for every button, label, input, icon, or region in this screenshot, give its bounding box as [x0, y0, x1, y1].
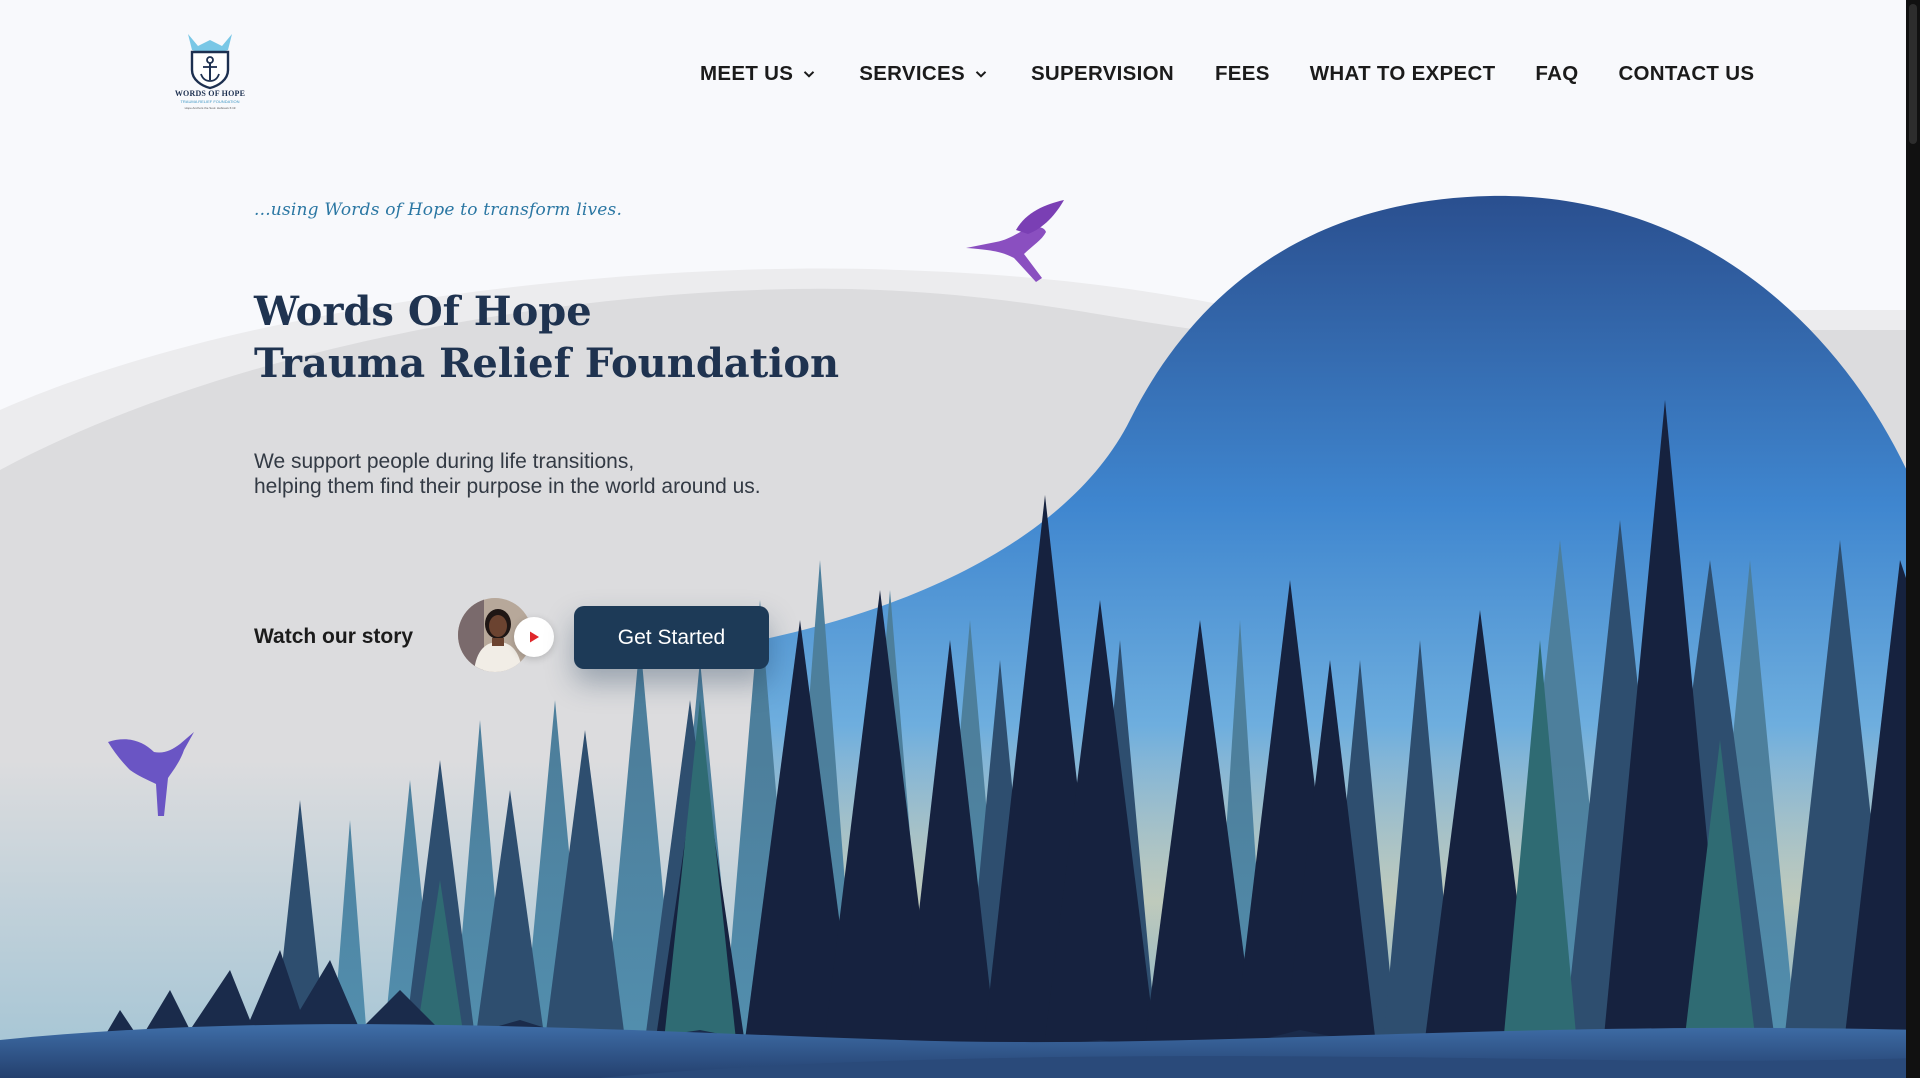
subtitle-line-2: helping them find their purpose in the w…: [254, 475, 761, 498]
logo-name: WORDS OF HOPE: [174, 89, 246, 98]
watch-story-label[interactable]: Watch our story: [254, 625, 413, 649]
page: WORDS OF HOPE TRAUMA RELIEF FOUNDATION H…: [0, 0, 1920, 1078]
nav-faq-label: FAQ: [1535, 62, 1579, 85]
get-started-button[interactable]: Get Started: [574, 606, 769, 669]
anchor-shield-icon: [188, 34, 232, 90]
nav-what-to-expect[interactable]: WHAT TO EXPECT: [1310, 62, 1496, 86]
nav-faq[interactable]: FAQ: [1535, 62, 1578, 86]
play-icon: [530, 631, 539, 643]
nav-fees[interactable]: FEES: [1215, 62, 1270, 86]
hero-illustration: [0, 195, 1920, 1078]
nav-contact-us[interactable]: CONTACT US: [1618, 62, 1754, 86]
title-line-2: Trauma Relief Foundation: [254, 340, 840, 387]
hero-tagline: ...using Words of Hope to transform live…: [254, 200, 623, 220]
nav-supervision[interactable]: SUPERVISION: [1031, 62, 1174, 86]
hummingbird-top: [966, 200, 1064, 282]
logo-subname: TRAUMA RELIEF FOUNDATION: [180, 99, 240, 104]
page-title: Words Of Hope Trauma Relief Foundation: [254, 286, 839, 390]
subtitle-line-1: We support people during life transition…: [254, 450, 635, 473]
nav-what-to-expect-label: WHAT TO EXPECT: [1309, 62, 1496, 85]
site-logo[interactable]: WORDS OF HOPE TRAUMA RELIEF FOUNDATION H…: [174, 30, 246, 112]
nav-services-label: SERVICES: [859, 62, 965, 85]
nav-contact-us-label: CONTACT US: [1618, 62, 1755, 85]
nav-meet-us[interactable]: MEET US: [700, 62, 815, 86]
title-line-1: Words Of Hope: [254, 288, 592, 335]
nav-fees-label: FEES: [1214, 62, 1270, 85]
chevron-down-icon: [975, 71, 987, 78]
nav-meet-us-label: MEET US: [700, 62, 794, 85]
page-scrollbar[interactable]: [1906, 0, 1920, 1078]
logo-motto: Hope Anchors the Soul. Hebrews 6:19: [184, 106, 236, 110]
nav-supervision-label: SUPERVISION: [1030, 62, 1174, 85]
main-nav: MEET US SERVICES SUPERVISION FEES WHAT T…: [700, 58, 1754, 90]
play-button[interactable]: [514, 617, 554, 657]
chevron-down-icon: [804, 71, 815, 78]
hero-subtitle: We support people during life transition…: [254, 449, 761, 499]
nav-services[interactable]: SERVICES: [859, 62, 987, 86]
scrollbar-thumb[interactable]: [1909, 4, 1917, 144]
